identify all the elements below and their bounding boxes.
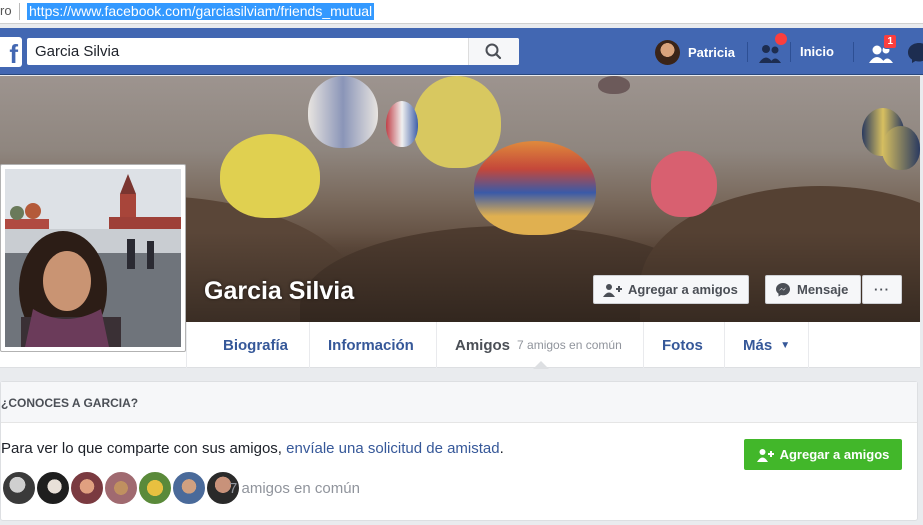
cover-balloon bbox=[882, 126, 920, 170]
cover-balloon bbox=[413, 76, 501, 168]
search-button[interactable] bbox=[468, 38, 519, 65]
nav-avatar bbox=[655, 39, 680, 65]
more-options-button[interactable]: ··· bbox=[862, 275, 902, 304]
mutual-friends-avatars bbox=[1, 470, 241, 506]
address-divider bbox=[19, 3, 20, 20]
tab-label: Más bbox=[743, 336, 773, 354]
cover-balloon bbox=[651, 151, 717, 217]
messenger-icon bbox=[776, 282, 790, 296]
cover-balloon bbox=[598, 76, 630, 94]
messenger-button[interactable] bbox=[905, 38, 923, 66]
facebook-logo[interactable]: f bbox=[0, 37, 22, 69]
card-message: Para ver lo que comparte con sus amigos,… bbox=[1, 440, 504, 457]
search-icon bbox=[485, 43, 502, 60]
mutual-friend-avatar[interactable] bbox=[171, 470, 207, 506]
mutual-friend-avatar[interactable] bbox=[69, 470, 105, 506]
message-button[interactable]: Mensaje bbox=[765, 275, 861, 304]
nav-divider bbox=[853, 42, 854, 62]
add-friend-icon bbox=[603, 283, 622, 297]
address-url[interactable]: https://www.facebook.com/garciasilviam/f… bbox=[27, 3, 375, 20]
card-text-prefix: Para ver lo que comparte con sus amigos, bbox=[1, 440, 287, 457]
profile-name[interactable]: Garcia Silvia bbox=[204, 277, 354, 306]
top-navigation: f Patricia Inicio 1 bbox=[0, 28, 923, 75]
mutual-friend-avatar[interactable] bbox=[103, 470, 139, 506]
tab-divider bbox=[186, 322, 187, 368]
more-options-icon: ··· bbox=[874, 282, 890, 297]
tab-fotos[interactable]: Fotos bbox=[644, 322, 725, 368]
home-link[interactable]: Inicio bbox=[800, 44, 834, 59]
cover-balloon bbox=[308, 76, 378, 148]
nav-user-name: Patricia bbox=[688, 44, 735, 60]
card-header: ¿CONOCES A GARCIA? bbox=[1, 382, 917, 423]
nav-profile-link[interactable]: Patricia bbox=[655, 39, 735, 65]
search-box[interactable] bbox=[27, 38, 519, 65]
tab-label: Fotos bbox=[662, 336, 703, 354]
friend-requests-badge: 1 bbox=[883, 34, 897, 49]
cover-balloon bbox=[220, 134, 320, 218]
add-friend-icon bbox=[756, 448, 774, 462]
nav-divider bbox=[747, 42, 748, 62]
nav-divider bbox=[790, 42, 791, 62]
add-friend-label: Agregar a amigos bbox=[779, 447, 890, 462]
card-text-suffix: . bbox=[499, 440, 504, 457]
notification-dot bbox=[775, 33, 787, 45]
profile-photo bbox=[5, 169, 181, 347]
add-friend-label: Agregar a amigos bbox=[628, 282, 738, 297]
send-request-link[interactable]: envíale una solicitud de amistad bbox=[286, 440, 499, 457]
know-person-card: ¿CONOCES A GARCIA? Para ver lo que compa… bbox=[0, 381, 918, 521]
mutual-friends-count[interactable]: 7 amigos en común bbox=[229, 480, 360, 497]
mutual-friend-avatar[interactable] bbox=[35, 470, 71, 506]
tab-label: Biografía bbox=[223, 336, 289, 354]
cover-balloon bbox=[386, 101, 418, 147]
tab-label: Información bbox=[328, 336, 414, 354]
search-input[interactable] bbox=[35, 41, 465, 62]
active-tab-indicator bbox=[533, 361, 549, 369]
profile-photo-art bbox=[5, 169, 181, 347]
address-bar[interactable]: ro https://www.facebook.com/garciasilvia… bbox=[0, 0, 923, 24]
profile-picture[interactable] bbox=[0, 164, 186, 352]
mutual-friend-avatar[interactable] bbox=[1, 470, 37, 506]
tab-mas[interactable]: Más ▼ bbox=[725, 322, 809, 368]
add-friend-green-button[interactable]: Agregar a amigos bbox=[744, 439, 902, 470]
find-friends-button[interactable] bbox=[757, 33, 787, 66]
tab-mutual-count: 7 amigos en común bbox=[517, 338, 622, 352]
message-label: Mensaje bbox=[797, 282, 849, 297]
messenger-icon bbox=[908, 43, 923, 63]
add-friend-button[interactable]: Agregar a amigos bbox=[593, 275, 749, 304]
address-prefix: ro bbox=[0, 3, 12, 18]
tab-informacion[interactable]: Información bbox=[310, 322, 437, 368]
chevron-down-icon: ▼ bbox=[780, 339, 791, 351]
tab-biografia[interactable]: Biografía bbox=[205, 322, 310, 368]
friend-requests-button[interactable]: 1 bbox=[867, 34, 897, 66]
cover-balloon bbox=[474, 141, 596, 235]
mutual-friend-avatar[interactable] bbox=[137, 470, 173, 506]
tab-label: Amigos bbox=[455, 336, 511, 354]
